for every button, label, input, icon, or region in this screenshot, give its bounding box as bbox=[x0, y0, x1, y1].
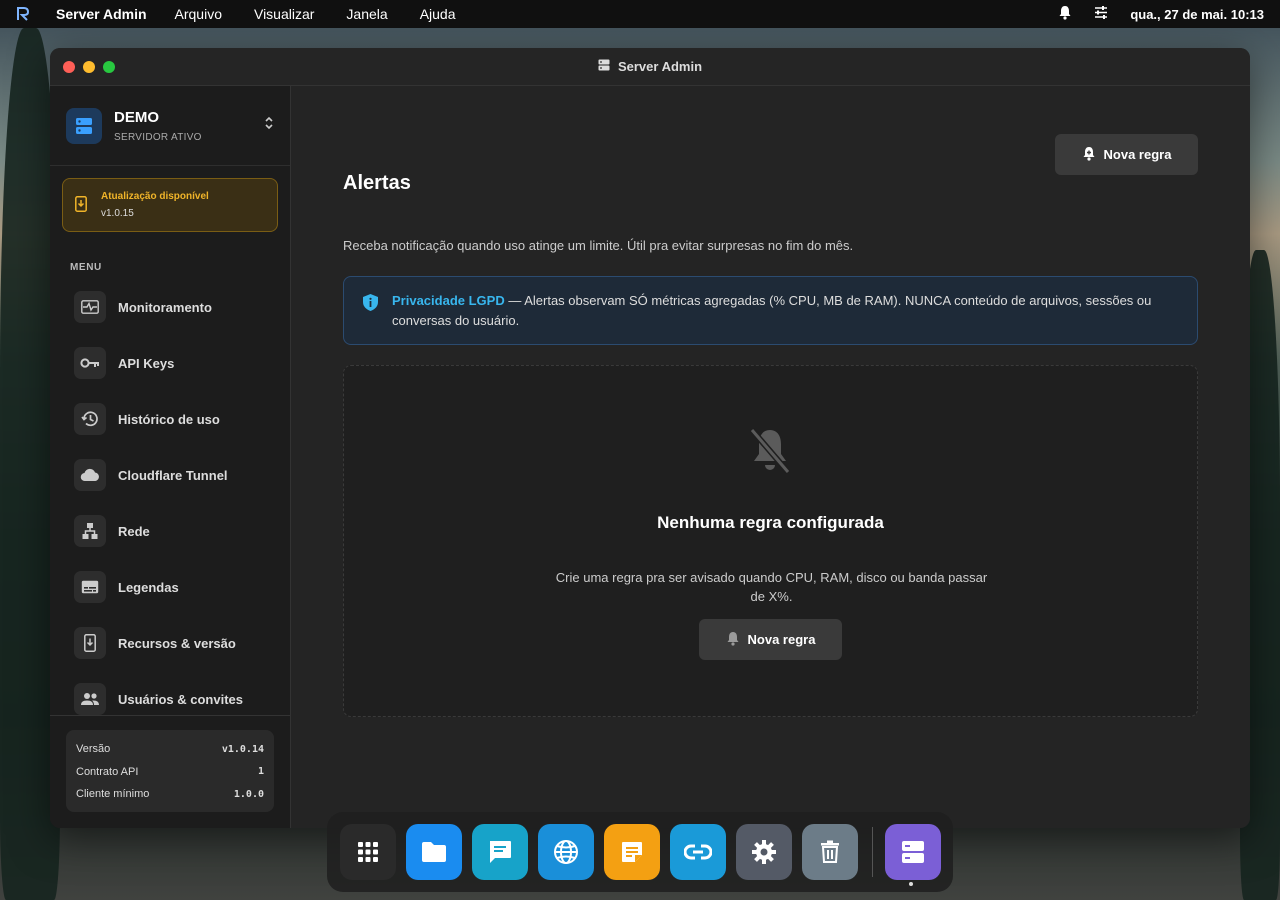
main-content: Nova regra Alertas Receba notificação qu… bbox=[291, 86, 1250, 828]
sidebar-item-label: Rede bbox=[118, 523, 150, 539]
users-icon bbox=[74, 683, 106, 715]
settings-icon[interactable] bbox=[736, 824, 792, 880]
monitor-heartbeat-icon bbox=[74, 291, 106, 323]
server-switcher[interactable]: DEMO SERVIDOR ATIVO bbox=[50, 86, 290, 166]
sidebar-item-label: Usuários & convites bbox=[118, 691, 243, 707]
app-window: Server Admin DEMO SERVIDOR ATIVO Atualiz… bbox=[50, 48, 1250, 828]
sidebar-item-rede[interactable]: Rede bbox=[50, 503, 290, 559]
menubar-app-name[interactable]: Server Admin bbox=[56, 6, 147, 22]
empty-state: Nenhuma regra configurada Crie uma regra… bbox=[343, 365, 1198, 717]
menubar: Server Admin Arquivo Visualizar Janela A… bbox=[0, 0, 1280, 28]
link-icon[interactable] bbox=[670, 824, 726, 880]
sidebar-item-historico[interactable]: Histórico de uso bbox=[50, 391, 290, 447]
sidebar: DEMO SERVIDOR ATIVO Atualização disponív… bbox=[50, 86, 291, 828]
server-icon bbox=[66, 107, 102, 144]
server-status: SERVIDOR ATIVO bbox=[114, 131, 202, 143]
server-name: DEMO bbox=[114, 108, 159, 126]
update-download-icon bbox=[75, 196, 89, 214]
version-value: v1.0.14 bbox=[221, 743, 264, 755]
subtitles-icon bbox=[74, 571, 106, 603]
window-title: Server Admin bbox=[617, 59, 703, 74]
dock bbox=[327, 812, 953, 892]
sidebar-item-label: API Keys bbox=[118, 355, 175, 371]
menu-janela[interactable]: Janela bbox=[346, 6, 387, 22]
sidebar-item-label: Monitoramento bbox=[118, 299, 212, 315]
install-icon bbox=[74, 627, 106, 659]
empty-state-new-rule-button[interactable]: Nova regra bbox=[699, 619, 842, 660]
empty-state-new-rule-label: Nova regra bbox=[747, 632, 816, 647]
notifications-bell-icon[interactable] bbox=[1058, 5, 1072, 23]
cloud-icon bbox=[74, 459, 106, 491]
min-client-value: 1.0.0 bbox=[233, 788, 264, 800]
version-label: Versão bbox=[76, 743, 111, 756]
sidebar-item-label: Legendas bbox=[118, 579, 179, 595]
sidebar-item-api-keys[interactable]: API Keys bbox=[50, 335, 290, 391]
chevron-up-down-icon[interactable] bbox=[264, 115, 274, 136]
bell-plus-icon bbox=[726, 631, 740, 649]
sidebar-item-monitoramento[interactable]: Monitoramento bbox=[50, 279, 290, 335]
control-sliders-icon[interactable] bbox=[1094, 6, 1108, 22]
new-rule-button[interactable]: Nova regra bbox=[1055, 134, 1198, 175]
running-indicator bbox=[909, 882, 913, 886]
empty-state-title: Nenhuma regra configurada bbox=[657, 513, 884, 532]
trash-icon[interactable] bbox=[802, 824, 858, 880]
menu-arquivo[interactable]: Arquivo bbox=[175, 6, 222, 22]
app-logo-icon[interactable] bbox=[16, 6, 32, 22]
globe-icon[interactable] bbox=[538, 824, 594, 880]
server-admin-icon[interactable] bbox=[885, 824, 941, 880]
empty-state-description: Crie uma regra pra ser avisado quando CP… bbox=[555, 570, 988, 604]
privacy-notice: Privacidade LGPD — Alertas observam SÓ m… bbox=[343, 276, 1198, 345]
dock-separator bbox=[872, 827, 873, 877]
sidebar-item-label: Histórico de uso bbox=[118, 411, 220, 427]
server-icon bbox=[598, 59, 610, 74]
privacy-text: — Alertas observam SÓ métricas agregadas… bbox=[392, 293, 1152, 328]
privacy-title: Privacidade LGPD bbox=[392, 293, 505, 308]
notes-icon[interactable] bbox=[604, 824, 660, 880]
sidebar-item-legendas[interactable]: Legendas bbox=[50, 559, 290, 615]
sidebar-nav: Monitoramento API Keys Histórico de uso … bbox=[50, 279, 290, 727]
window-titlebar[interactable]: Server Admin bbox=[50, 48, 1250, 86]
update-available-banner[interactable]: Atualização disponível v1.0.15 bbox=[62, 178, 278, 232]
menu-ajuda[interactable]: Ajuda bbox=[420, 6, 456, 22]
sidebar-item-recursos-versao[interactable]: Recursos & versão bbox=[50, 615, 290, 671]
network-icon bbox=[74, 515, 106, 547]
sidebar-item-label: Recursos & versão bbox=[118, 635, 236, 651]
menu-heading: MENU bbox=[70, 262, 102, 273]
version-info-card: Versão v1.0.14 Contrato API 1 Cliente míni… bbox=[66, 730, 274, 812]
api-contract-value: 1 bbox=[257, 766, 264, 778]
menubar-clock[interactable]: qua., 27 de mai. 10:13 bbox=[1130, 7, 1264, 22]
update-title: Atualização disponível bbox=[101, 191, 209, 202]
folder-icon[interactable] bbox=[406, 824, 462, 880]
api-contract-label: Contrato API bbox=[76, 765, 139, 778]
sidebar-item-cloudflare-tunnel[interactable]: Cloudflare Tunnel bbox=[50, 447, 290, 503]
min-client-label: Cliente mínimo bbox=[76, 788, 150, 801]
key-icon bbox=[74, 347, 106, 379]
chat-icon[interactable] bbox=[472, 824, 528, 880]
page-description: Receba notificação quando uso atinge um … bbox=[343, 238, 854, 253]
sidebar-item-label: Cloudflare Tunnel bbox=[118, 467, 228, 483]
update-version: v1.0.15 bbox=[101, 208, 134, 219]
shield-info-icon bbox=[362, 293, 379, 318]
sidebar-footer: Versão v1.0.14 Contrato API 1 Cliente míni… bbox=[50, 715, 290, 828]
page-title: Alertas bbox=[343, 172, 411, 194]
bell-off-icon bbox=[748, 426, 792, 481]
new-rule-label: Nova regra bbox=[1103, 147, 1172, 162]
history-icon bbox=[74, 403, 106, 435]
bell-plus-icon bbox=[1082, 146, 1096, 164]
apps-grid-icon[interactable] bbox=[340, 824, 396, 880]
menu-visualizar[interactable]: Visualizar bbox=[254, 6, 314, 22]
